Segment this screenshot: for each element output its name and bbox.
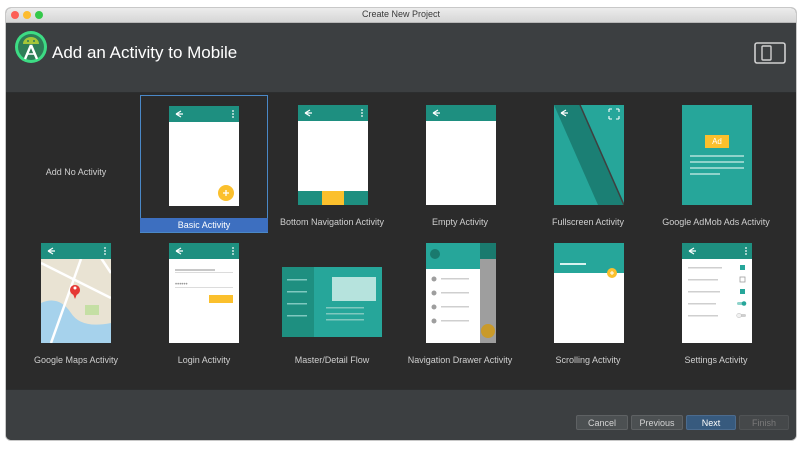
activity-label: Scrolling Activity (555, 355, 621, 365)
activity-tile-empty-activity[interactable]: Empty Activity (396, 95, 524, 233)
title-bar: Create New Project (6, 8, 796, 23)
android-studio-logo-icon (15, 31, 47, 63)
activity-tile-google-admob[interactable]: Ad Google AdMob Ads Activity (652, 95, 780, 233)
master-detail-preview (282, 267, 382, 337)
scrolling-activity-preview (554, 243, 624, 343)
activity-tile-scrolling-activity[interactable]: Scrolling Activity (524, 233, 652, 371)
activity-tile-google-maps[interactable]: Google Maps Activity (12, 233, 140, 371)
activity-label: Fullscreen Activity (551, 217, 625, 227)
bottom-navigation-preview (298, 105, 368, 205)
activity-gallery: Add No Activity Basic Activity Bottom Na… (6, 93, 796, 389)
activity-tile-navigation-drawer[interactable]: Navigation Drawer Activity (396, 233, 524, 371)
cancel-button[interactable]: Cancel (576, 415, 628, 430)
activity-label: Navigation Drawer Activity (407, 355, 513, 365)
admob-activity-preview (682, 105, 752, 205)
activity-label: Basic Activity (140, 218, 268, 232)
wizard-header: Add an Activity to Mobile (6, 23, 796, 93)
phone-tablet-icon (754, 42, 786, 64)
maps-activity-preview (41, 243, 111, 343)
ad-badge: Ad (712, 137, 722, 146)
next-button[interactable]: Next (686, 415, 736, 430)
page-title: Add an Activity to Mobile (52, 43, 238, 62)
activity-tile-settings-activity[interactable]: Settings Activity (652, 233, 780, 371)
activity-tile-fullscreen-activity[interactable]: Fullscreen Activity (524, 95, 652, 233)
activity-label: Google Maps Activity (33, 355, 119, 365)
previous-button[interactable]: Previous (631, 415, 683, 430)
wizard-footer: Cancel Previous Next Finish (6, 389, 796, 440)
activity-label: Empty Activity (431, 217, 488, 227)
finish-button[interactable]: Finish (739, 415, 789, 430)
activity-tile-add-no-activity[interactable]: Add No Activity (12, 93, 140, 231)
activity-label: Bottom Navigation Activity (279, 217, 385, 227)
activity-tile-bottom-navigation[interactable]: Bottom Navigation Activity (268, 95, 396, 233)
activity-label: Add No Activity (45, 167, 107, 177)
empty-activity-preview (426, 105, 496, 205)
create-project-window: Create New Project Add an Activity to Mo… (6, 8, 796, 440)
activity-tile-master-detail[interactable]: Master/Detail Flow (268, 233, 396, 371)
navigation-drawer-preview (426, 243, 496, 343)
activity-label: Master/Detail Flow (294, 355, 370, 365)
activity-label: Settings Activity (684, 355, 748, 365)
fullscreen-activity-preview (554, 105, 624, 205)
basic-activity-preview (169, 106, 239, 206)
activity-label: Login Activity (177, 355, 231, 365)
activity-tile-login-activity[interactable]: •••••• Login Activity (140, 233, 268, 371)
activity-label: Google AdMob Ads Activity (662, 217, 770, 227)
activity-tile-basic-activity[interactable]: Basic Activity (140, 95, 268, 233)
login-activity-preview: •••••• (169, 243, 239, 343)
window-title: Create New Project (361, 9, 441, 19)
settings-activity-preview (682, 243, 752, 343)
